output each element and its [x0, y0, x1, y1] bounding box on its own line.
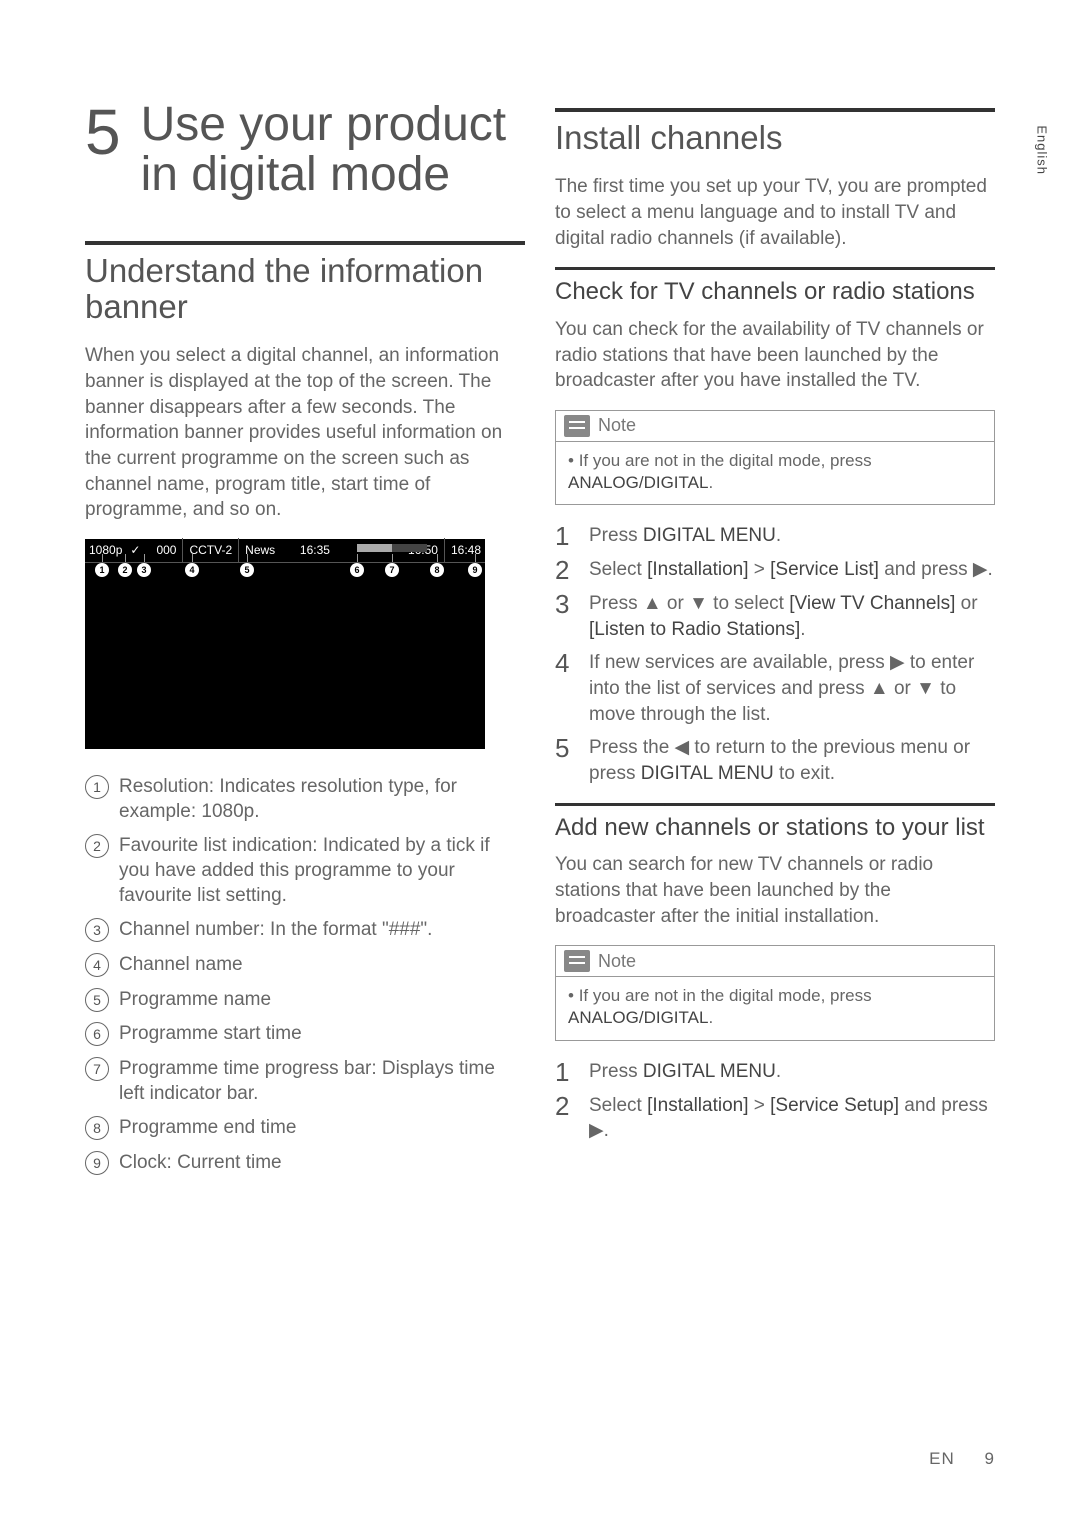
page-footer: EN 9 [929, 1449, 995, 1469]
step-number: 4 [555, 650, 575, 727]
legend-text: Programme name [119, 988, 525, 1013]
legend-text: Programme time progress bar: Displays ti… [119, 1057, 525, 1106]
step-number: 1 [555, 523, 575, 549]
step-number: 2 [555, 557, 575, 583]
footer-page-number: 9 [985, 1449, 995, 1468]
footer-lang: EN [929, 1449, 955, 1468]
subsection-heading: Check for TV channels or radio stations [555, 278, 995, 307]
right-column: Install channels The first time you set … [555, 100, 995, 1186]
divider [182, 538, 183, 562]
legend-item: 8 Programme end time [85, 1116, 525, 1141]
legend-text: Channel name [119, 953, 525, 978]
legend-number: 8 [85, 1116, 109, 1140]
step-text: If new services are available, press ▶ t… [589, 650, 995, 727]
legend-number: 2 [85, 834, 109, 858]
step-text: Press ▲ or ▼ to select [View TV Channels… [589, 591, 995, 642]
step-item: 2 Select [Installation] > [Service Setup]… [555, 1093, 995, 1144]
step-item: 4If new services are available, press ▶ … [555, 650, 995, 727]
legend-number: 1 [85, 775, 109, 799]
legend-item: 6 Programme start time [85, 1022, 525, 1047]
legend-text: Channel number: In the format "###". [119, 918, 525, 943]
step-item: 1 Press DIGITAL MENU. [555, 1059, 995, 1085]
steps-list: 1 Press DIGITAL MENU. 2 Select [Installatio… [555, 523, 995, 786]
step-text: Select [Installation] > [Service Setup] … [589, 1093, 995, 1144]
legend-item: 3 Channel number: In the format "###". [85, 918, 525, 943]
legend-number: 5 [85, 988, 109, 1012]
banner-clock: 16:48 [447, 543, 485, 557]
page-content: 5 Use your product in digital mode Under… [0, 0, 1080, 1246]
note-label: Note [598, 415, 636, 436]
divider [444, 538, 445, 562]
legend-number: 3 [85, 918, 109, 942]
subsection-heading: Add new channels or stations to your lis… [555, 814, 995, 843]
chapter-title: Use your product in digital mode [141, 100, 525, 201]
legend-number: 9 [85, 1151, 109, 1175]
section-intro: The first time you set up your TV, you a… [555, 174, 995, 251]
chapter-heading: 5 Use your product in digital mode [85, 100, 525, 201]
legend-number: 4 [85, 953, 109, 977]
legend-text: Clock: Current time [119, 1151, 525, 1176]
legend-item: 1 Resolution: Indicates resolution type, … [85, 775, 525, 824]
legend-number: 7 [85, 1057, 109, 1081]
rule [555, 267, 995, 270]
banner-fav-check: ✓ [126, 543, 144, 557]
legend-text: Resolution: Indicates resolution type, f… [119, 775, 525, 824]
banner-start-time: 16:35 [296, 543, 334, 557]
step-text: Select [Installation] > [Service List] a… [589, 557, 995, 583]
steps-list: 1 Press DIGITAL MENU. 2 Select [Installatio… [555, 1059, 995, 1144]
subsection-body: You can check for the availability of TV… [555, 317, 995, 394]
note-content: • If you are not in the digital mode, pr… [556, 977, 994, 1039]
rule [85, 241, 525, 245]
step-text: Press the ◀ to return to the previous me… [589, 735, 995, 786]
note-content: • If you are not in the digital mode, pr… [556, 442, 994, 504]
legend-item: 9 Clock: Current time [85, 1151, 525, 1176]
banner-channel-number: 000 [152, 543, 180, 557]
note-box: Note • If you are not in the digital mod… [555, 410, 995, 505]
rule [555, 803, 995, 806]
step-number: 1 [555, 1059, 575, 1085]
subsection-body: You can search for new TV channels or ra… [555, 852, 995, 929]
section-heading: Install channels [555, 120, 995, 156]
section-heading: Understand the information banner [85, 253, 525, 326]
chapter-number: 5 [85, 100, 121, 164]
left-column: 5 Use your product in digital mode Under… [85, 100, 525, 1186]
step-text: Press DIGITAL MENU. [589, 1059, 995, 1085]
note-icon [564, 415, 590, 437]
legend-list: 1 Resolution: Indicates resolution type, … [85, 775, 525, 1176]
section-intro: When you select a digital channel, an in… [85, 343, 525, 522]
legend-item: 7 Programme time progress bar: Displays t… [85, 1057, 525, 1106]
banner-channel-name: CCTV-2 [185, 543, 236, 557]
step-item: 3 Press ▲ or ▼ to select [View TV Channel… [555, 591, 995, 642]
step-item: 2 Select [Installation] > [Service List] … [555, 557, 995, 583]
banner-callouts: 1 2 3 4 5 6 7 8 9 [85, 563, 485, 593]
step-number: 5 [555, 735, 575, 786]
legend-text: Programme end time [119, 1116, 525, 1141]
legend-text: Programme start time [119, 1022, 525, 1047]
legend-number: 6 [85, 1022, 109, 1046]
note-label: Note [598, 951, 636, 972]
banner-progress [357, 544, 427, 552]
step-text: Press DIGITAL MENU. [589, 523, 995, 549]
step-number: 3 [555, 591, 575, 642]
step-item: 1 Press DIGITAL MENU. [555, 523, 995, 549]
language-tab: English [1035, 125, 1050, 175]
note-box: Note • If you are not in the digital mod… [555, 945, 995, 1040]
note-icon [564, 950, 590, 972]
step-item: 5 Press the ◀ to return to the previous m… [555, 735, 995, 786]
info-banner-diagram: 1080p ✓ 000 CCTV-2 News 16:35 16:50 16:4… [85, 539, 485, 749]
legend-item: 5 Programme name [85, 988, 525, 1013]
banner-top-row: 1080p ✓ 000 CCTV-2 News 16:35 16:50 16:4… [85, 539, 485, 563]
divider [238, 538, 239, 562]
legend-item: 2 Favourite list indication: Indicated by… [85, 834, 525, 908]
legend-item: 4 Channel name [85, 953, 525, 978]
legend-text: Favourite list indication: Indicated by … [119, 834, 525, 908]
rule [555, 108, 995, 112]
banner-resolution: 1080p [85, 543, 126, 557]
step-number: 2 [555, 1093, 575, 1144]
